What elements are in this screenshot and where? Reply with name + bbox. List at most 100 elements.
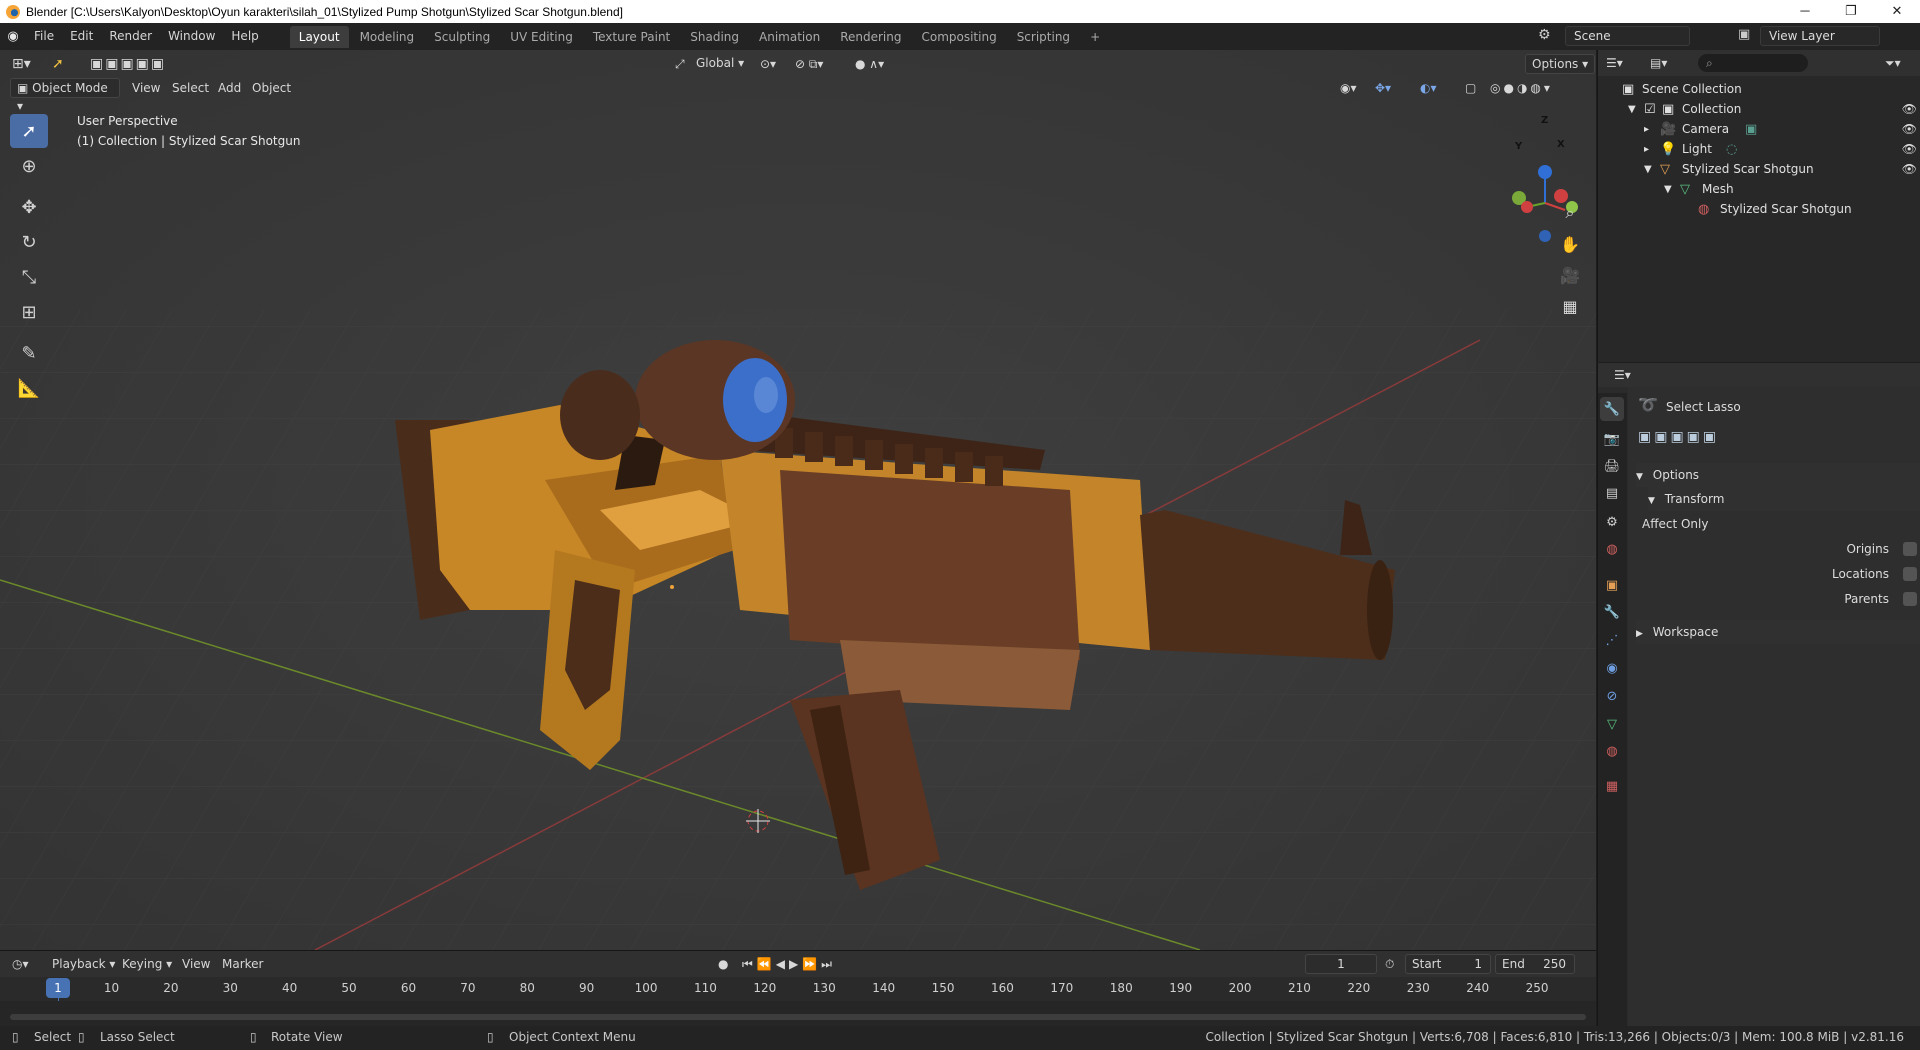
blender-menu-icon[interactable]: ◉ <box>0 29 26 44</box>
editor-type-icon[interactable]: ⊞▾ <box>12 54 31 74</box>
visibility-eye-icon[interactable]: 👁 <box>1902 139 1917 159</box>
cursor-tool-icon[interactable]: ⊕ <box>10 149 48 183</box>
tab-sculpting[interactable]: Sculpting <box>425 26 499 48</box>
outliner-filter-icon[interactable]: ⏷▾ <box>1885 53 1901 73</box>
select-tool-mode-icon[interactable]: ➚ <box>52 54 64 74</box>
move-tool-icon[interactable]: ✥ <box>10 190 48 224</box>
workspace-panel-header[interactable]: ▶ Workspace <box>1636 620 1920 644</box>
tab-animation[interactable]: Animation <box>750 26 829 48</box>
menu-window[interactable]: Window <box>160 23 223 50</box>
particles-tab-icon[interactable]: ⋰ <box>1600 628 1624 652</box>
material-tab-icon[interactable]: ◍ <box>1600 739 1624 763</box>
snap-icon[interactable]: ⊘ ⧉▾ <box>795 54 823 74</box>
current-frame-field[interactable]: 1 <box>1305 954 1377 974</box>
outliner-row-mesh[interactable]: ▼ ▽ Mesh <box>1598 179 1920 199</box>
select-tool-icon[interactable]: ➚ <box>10 114 48 148</box>
outliner-editor-type-icon[interactable]: ☰▾ <box>1606 53 1623 73</box>
options-dropdown[interactable]: Options ▾ <box>1525 54 1596 74</box>
object-tab-icon[interactable]: ▣ <box>1600 573 1624 597</box>
shading-mode-icons[interactable]: ◎●◑◍▾ <box>1490 78 1553 98</box>
3d-viewport[interactable]: Z X Y ⊞▾ ➚ ▣▣▣▣▣ ⤢ Global ▾ ⊙▾ ⊘ ⧉▾ ● ∧▾… <box>0 50 1596 950</box>
properties-editor-type-icon[interactable]: ☰▾ <box>1614 365 1631 385</box>
menu-render[interactable]: Render <box>101 23 160 50</box>
scale-tool-icon[interactable]: ⤡ <box>10 260 48 294</box>
visibility-eye-icon[interactable]: 👁 <box>1902 99 1917 119</box>
constraints-tab-icon[interactable]: ⊘ <box>1600 684 1624 708</box>
viewport-menu-object[interactable]: Object <box>252 78 291 98</box>
timeline-menu-keying[interactable]: Keying ▾ <box>122 954 172 974</box>
add-workspace-button[interactable]: + <box>1081 26 1109 48</box>
view-layer-selector[interactable]: View Layer <box>1760 26 1880 46</box>
origins-checkbox[interactable] <box>1903 542 1917 556</box>
zoom-icon[interactable]: ⌕ <box>1555 198 1585 228</box>
scene-tab-icon[interactable]: ⚙ <box>1600 510 1624 534</box>
pivot-icon[interactable]: ⊙▾ <box>760 54 776 74</box>
visibility-icon[interactable]: ◉▾ <box>1340 78 1357 98</box>
outliner-row-camera[interactable]: ▸ 🎥 Camera ▣ 👁 <box>1598 119 1920 139</box>
outliner-row-scene-collection[interactable]: ▣ Scene Collection <box>1598 79 1920 99</box>
menu-file[interactable]: File <box>26 23 62 50</box>
annotate-tool-icon[interactable]: ✎ <box>10 336 48 370</box>
transform-tool-icon[interactable]: ⊞ <box>10 295 48 329</box>
output-tab-icon[interactable]: 🖨 <box>1600 454 1624 478</box>
world-tab-icon[interactable]: ◍ <box>1600 537 1624 561</box>
timeline-scrollbar[interactable] <box>10 1014 1586 1020</box>
end-frame-field[interactable]: End 250 <box>1495 954 1575 974</box>
tool-tab-icon[interactable]: 🔧 <box>1600 397 1624 421</box>
physics-tab-icon[interactable]: ◉ <box>1600 656 1624 680</box>
measure-tool-icon[interactable]: 📐 <box>10 371 48 405</box>
timeline-editor-type-icon[interactable]: ◷▾ <box>12 954 29 974</box>
expand-arrow-icon[interactable]: ▸ <box>1644 120 1649 140</box>
outliner-display-mode-icon[interactable]: ▤▾ <box>1650 53 1667 73</box>
timeline-menu-marker[interactable]: Marker <box>222 954 263 974</box>
render-tab-icon[interactable]: 📷 <box>1600 427 1624 451</box>
checkbox-icon[interactable]: ☑ <box>1644 100 1656 120</box>
minimize-button[interactable]: ─ <box>1782 0 1828 23</box>
selection-mode-buttons[interactable]: ▣▣▣▣▣ <box>1638 427 1719 447</box>
outliner-row-shotgun[interactable]: ▼ ▽ Stylized Scar Shotgun 👁 <box>1598 159 1920 179</box>
close-button[interactable]: ✕ <box>1874 0 1920 23</box>
tab-compositing[interactable]: Compositing <box>912 26 1005 48</box>
selection-mode-icons[interactable]: ▣▣▣▣▣ <box>90 54 166 74</box>
scene-icon[interactable]: ⚙ <box>1538 27 1551 43</box>
outliner-row-material[interactable]: ◍ Stylized Scar Shotgun <box>1598 199 1920 219</box>
tab-rendering[interactable]: Rendering <box>831 26 910 48</box>
transform-subpanel-header[interactable]: ▼ Transform <box>1648 487 1920 511</box>
modifier-tab-icon[interactable]: 🔧 <box>1600 600 1624 624</box>
options-panel-header[interactable]: ▼ Options <box>1636 463 1920 487</box>
camera-view-icon[interactable]: 🎥 <box>1555 260 1585 290</box>
timeline-menu-playback[interactable]: Playback ▾ <box>52 954 115 974</box>
visibility-eye-icon[interactable]: 👁 <box>1902 159 1917 179</box>
menu-edit[interactable]: Edit <box>62 23 101 50</box>
orientation-dropdown[interactable]: Global ▾ <box>690 54 750 74</box>
outliner-search-input[interactable]: ⌕ <box>1698 54 1808 72</box>
texture-tab-icon[interactable]: ▦ <box>1600 774 1624 798</box>
view-layer-icon[interactable]: ▣ <box>1738 27 1750 42</box>
playback-controls-icons[interactable]: ⏮⏪◀▶⏩⏭ <box>742 954 836 974</box>
viewport-menu-view[interactable]: View <box>132 78 160 98</box>
ortho-toggle-icon[interactable]: ▦ <box>1555 291 1585 321</box>
outliner-row-collection[interactable]: ▼ ☑ ▣ Collection 👁 <box>1598 99 1920 119</box>
viewport-menu-select[interactable]: Select <box>172 78 209 98</box>
expand-arrow-icon[interactable]: ▼ <box>1644 160 1652 180</box>
gizmo-toggle-icon[interactable]: ✥▾ <box>1375 78 1391 98</box>
visibility-eye-icon[interactable]: 👁 <box>1902 119 1917 139</box>
overlay-toggle-icon[interactable]: ◐▾ <box>1420 78 1437 98</box>
timeline-ruler[interactable]: 10 20 30 40 50 60 70 80 90 100 110 120 130 140 150 160 1… <box>0 977 1596 1001</box>
viewport-scene[interactable] <box>0 50 1596 950</box>
record-button-icon[interactable]: ● <box>718 954 728 974</box>
tab-modeling[interactable]: Modeling <box>351 26 424 48</box>
parents-checkbox[interactable] <box>1903 592 1917 606</box>
timeline-menu-view[interactable]: View <box>182 954 210 974</box>
menu-help[interactable]: Help <box>223 23 266 50</box>
locations-checkbox[interactable] <box>1903 567 1917 581</box>
scene-selector[interactable]: Scene <box>1565 26 1690 46</box>
object-mode-dropdown[interactable]: ▣ Object Mode ▾ <box>10 78 120 113</box>
outliner-row-light[interactable]: ▸ 💡 Light ◌ 👁 <box>1598 139 1920 159</box>
viewport-menu-add[interactable]: Add <box>218 78 241 98</box>
tab-shading[interactable]: Shading <box>681 26 748 48</box>
expand-arrow-icon[interactable]: ▸ <box>1644 140 1649 160</box>
restore-button[interactable]: ❐ <box>1828 0 1874 23</box>
view-layer-tab-icon[interactable]: ▤ <box>1600 481 1624 505</box>
tab-layout[interactable]: Layout <box>289 25 349 48</box>
